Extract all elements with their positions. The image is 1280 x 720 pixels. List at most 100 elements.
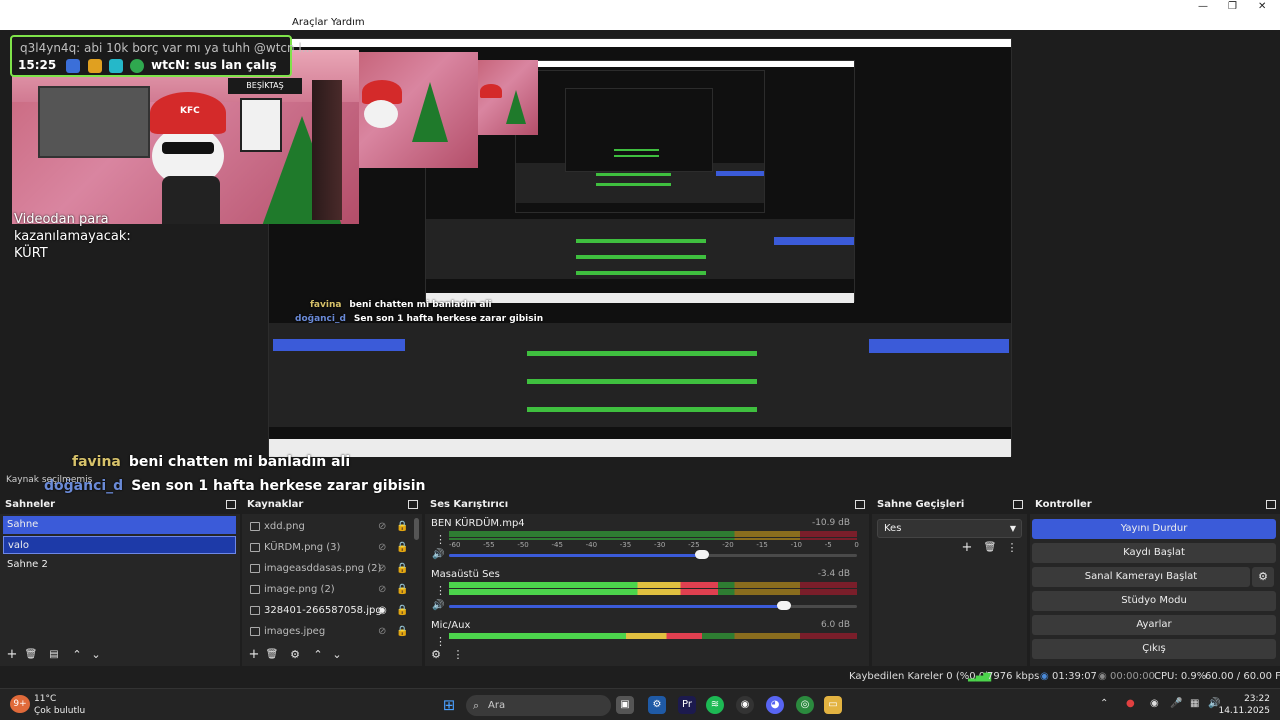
add-source-icon[interactable]: + [246, 647, 262, 663]
source-item[interactable]: 328401-266587058.jpg ◉ 🔒 [242, 601, 414, 621]
lock-icon[interactable]: 🔒 [396, 538, 408, 558]
nested-chat-line-1: favina beni chatten mi banladın ali [310, 300, 492, 310]
eye-hidden-icon[interactable]: ⊘ [378, 622, 386, 642]
move-up-icon[interactable]: ⌃ [69, 647, 85, 663]
tray-record-icon[interactable]: ◉ [1150, 698, 1159, 709]
windows-start-icon[interactable]: ⊞ [440, 696, 458, 714]
tray-chevron-icon[interactable]: ⌃ [1100, 698, 1108, 709]
delete-source-icon[interactable]: 🗑 [264, 647, 280, 663]
minimize-button[interactable]: — [1198, 1, 1208, 12]
badge-verified-icon [129, 58, 144, 73]
maximize-button[interactable]: ❐ [1228, 1, 1237, 12]
microphone-icon[interactable]: 🎤 [1170, 698, 1182, 709]
volume-slider[interactable] [449, 550, 857, 559]
source-item[interactable]: image.png (2) ⊘ 🔒 [242, 580, 414, 600]
channel-menu-icon[interactable]: ⋮ [435, 584, 446, 597]
clock-date: 14.11.2025 [1218, 706, 1270, 716]
undock-icon[interactable] [855, 500, 865, 509]
task-view-icon[interactable]: ▣ [616, 696, 634, 714]
add-transition-icon[interactable]: + [959, 540, 975, 556]
nested-stream-thumbnail-2 [478, 60, 538, 135]
audio-mixer-dock: Ses Karıştırıcı BEN KÜRDÜM.mp4 -10.9 dB … [425, 498, 869, 666]
file-explorer-icon[interactable]: ▭ [824, 696, 842, 714]
start-recording-button[interactable]: Kaydı Başlat [1032, 543, 1276, 563]
move-up-icon[interactable]: ⌃ [310, 647, 326, 663]
preview-canvas[interactable]: BEŞİKTAŞ KFC q3l4yn4q: abi 10k borç var … [0, 30, 1280, 494]
channel-menu-icon[interactable]: ⋮ [435, 533, 446, 546]
lock-icon[interactable]: 🔒 [396, 517, 408, 537]
settings-button[interactable]: Ayarlar [1032, 615, 1276, 635]
eye-icon[interactable]: ◉ [378, 601, 387, 621]
scene-item-sahne-2[interactable]: Sahne 2 [3, 556, 236, 574]
settings-app-icon[interactable]: ⚙ [648, 696, 666, 714]
scene-item-valo[interactable]: valo [3, 536, 236, 554]
volume-slider[interactable] [449, 601, 857, 610]
eye-hidden-icon[interactable]: ⊘ [378, 580, 386, 600]
premiere-icon[interactable]: Pr [678, 696, 696, 714]
discord-icon[interactable]: ◕ [766, 696, 784, 714]
gear-icon[interactable]: ⚙ [1252, 567, 1274, 587]
undock-icon[interactable] [1013, 500, 1023, 509]
clock[interactable]: 23:22 14.11.2025 [1218, 693, 1270, 717]
add-scene-icon[interactable]: + [4, 647, 20, 663]
start-virtual-camera-button[interactable]: Sanal Kamerayı Başlat [1032, 567, 1250, 587]
exit-button[interactable]: Çıkış [1032, 639, 1276, 659]
channel-db: -3.4 dB [817, 569, 850, 579]
stream-time: 01:39:07 [1052, 671, 1097, 682]
undock-icon[interactable] [408, 500, 418, 509]
delete-scene-icon[interactable]: 🗑 [23, 647, 39, 663]
lock-icon[interactable]: 🔒 [396, 580, 408, 600]
tray-app-icon[interactable]: ● [1126, 698, 1135, 709]
mixer-menu-icon[interactable]: ⋮ [450, 647, 466, 663]
chevron-down-icon: ▼ [1009, 524, 1016, 533]
undock-icon[interactable] [1266, 500, 1276, 509]
volume-slider-knob[interactable] [694, 550, 709, 559]
menu-help[interactable]: Yardım [331, 17, 365, 28]
scene-filter-icon[interactable]: ▤ [46, 647, 62, 663]
source-item[interactable]: KÜRDM.png (3) ⊘ 🔒 [242, 538, 414, 558]
source-item[interactable]: images.jpeg ⊘ 🔒 [242, 622, 414, 642]
scene-transitions-dock: Sahne Geçişleri Kes ▼ + 🗑 ⋮ [872, 498, 1027, 666]
close-button[interactable]: ✕ [1258, 1, 1266, 12]
eye-hidden-icon[interactable]: ⊘ [378, 559, 386, 579]
move-down-icon[interactable]: ⌄ [88, 647, 104, 663]
lock-icon[interactable]: 🔒 [396, 559, 408, 579]
transition-menu-icon[interactable]: ⋮ [1004, 540, 1020, 556]
no-source-selected-label: Kaynak seçilmemiş [6, 475, 93, 485]
source-properties-icon[interactable]: ⚙ [287, 647, 303, 663]
mixer-settings-icon[interactable]: ⚙ [428, 647, 444, 663]
sources-scrollbar[interactable] [414, 518, 419, 540]
transition-select[interactable]: Kes ▼ [877, 519, 1022, 538]
scene-item-sahne[interactable]: Sahne [3, 516, 236, 534]
taskbar: 9+ 11°C Çok bulutlu ⊞ ⌕ Ara ▣ ⚙ Pr ≋ ◉ ◕… [0, 688, 1280, 720]
stop-streaming-button[interactable]: Yayını Durdur [1032, 519, 1276, 539]
badge-sword-icon [66, 58, 81, 73]
eye-hidden-icon[interactable]: ⊘ [378, 517, 386, 537]
speaker-icon[interactable]: 🔊 [432, 600, 444, 611]
network-icon[interactable]: ▦ [1190, 698, 1199, 709]
obs-icon[interactable]: ◉ [736, 696, 754, 714]
menu-tools[interactable]: Araçlar [292, 17, 328, 28]
source-item[interactable]: imageasddasas.png (2) ⊘ 🔒 [242, 559, 414, 579]
menu-bar: Araçlar Yardım [0, 16, 1280, 30]
chat-line-1: favina beni chatten mi banladın ali [72, 454, 350, 470]
undock-icon[interactable] [226, 500, 236, 509]
spotify-icon[interactable]: ≋ [706, 696, 724, 714]
channel-name: BEN KÜRDÜM.mp4 [431, 518, 525, 529]
delete-transition-icon[interactable]: 🗑 [982, 540, 998, 556]
lock-icon[interactable]: 🔒 [396, 622, 408, 642]
lock-icon[interactable]: 🔒 [396, 601, 408, 621]
obs-studio-window: — ❐ ✕ Araçlar Yardım BEŞİKTAŞ KFC q3l4yn… [0, 0, 1280, 720]
chat-top-line: q3l4yn4q: abi 10k borç var mı ya tuhh @w… [20, 41, 314, 55]
chrome-icon[interactable]: ◎ [796, 696, 814, 714]
studio-mode-button[interactable]: Stüdyo Modu [1032, 591, 1276, 611]
move-down-icon[interactable]: ⌄ [329, 647, 345, 663]
clock-time: 23:22 [1244, 694, 1270, 704]
volume-slider-knob[interactable] [776, 601, 791, 610]
taskbar-search[interactable]: ⌕ Ara [466, 695, 611, 716]
record-icon: ◉ [1098, 671, 1107, 682]
speaker-icon[interactable]: 🔊 [432, 549, 444, 560]
level-meter [449, 531, 857, 537]
eye-hidden-icon[interactable]: ⊘ [378, 538, 386, 558]
source-item[interactable]: xdd.png ⊘ 🔒 [242, 517, 414, 537]
